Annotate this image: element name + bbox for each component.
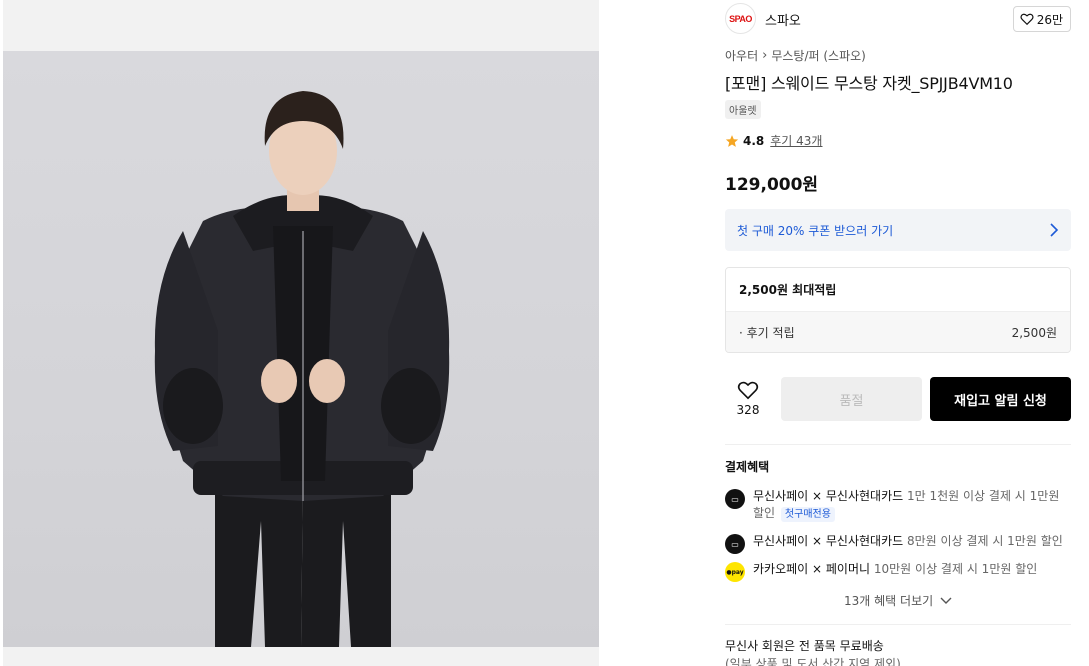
chevron-right-icon [1050,223,1059,237]
kakao-pay-icon: ●pay [725,562,745,582]
chevron-right-icon: › [762,48,768,63]
benefit-main: 무신사페이 × 무신사현대카드 [753,534,904,548]
benefit-main: 무신사페이 × 무신사현대카드 [753,489,904,503]
points-box: 2,500원 최대적립 · 후기 적립 2,500원 [725,267,1071,353]
wishlist-count: 328 [736,403,760,417]
points-review-label: · 후기 적립 [739,326,795,340]
divider [725,624,1071,625]
product-gallery-pane [0,0,710,666]
review-count-link[interactable]: 후기 43개 [770,132,822,149]
benefit-item[interactable]: ▭ 무신사페이 × 무신사현대카드 1만 1천원 이상 결제 시 1만원 할인 … [725,488,1071,524]
free-shipping-note: (일부 상품 및 도서 산간 지역 제외) [725,657,901,666]
wishlist-button[interactable]: 328 [725,377,771,421]
restock-alert-button[interactable]: 재입고 알림 신청 [930,377,1071,421]
heart-icon [1020,13,1034,26]
star-icon [725,134,739,147]
product-title: [포맨] 스웨이드 무스탕 자켓_SPJJB4VM10 [725,74,1013,93]
heart-icon [737,381,759,400]
musinsa-pay-icon: ▭ [725,489,745,509]
product-photo[interactable] [3,51,599,647]
payment-benefits-title: 결제혜택 [725,460,770,474]
brand-logo[interactable]: SPAO [725,3,756,34]
outlet-tag: 아울렛 [725,100,761,119]
breadcrumb-category[interactable]: 아우터 [725,47,758,64]
breadcrumb: 아우터 › 무스탕/퍼 (스파오) [725,47,866,64]
brand-name[interactable]: 스파오 [765,10,801,29]
price: 129,000원 [725,175,819,195]
divider [725,444,1071,445]
benefit-detail: 10만원 이상 결제 시 1만원 할인 [873,562,1038,576]
brand-like-button[interactable]: 26만 [1012,6,1071,32]
benefit-detail: 8만원 이상 결제 시 1만원 할인 [907,534,1063,548]
breadcrumb-subcategory[interactable]: 무스탕/퍼 (스파오) [771,47,866,64]
first-purchase-coupon-banner[interactable]: 첫 구매 20% 쿠폰 받으러 가기 [725,209,1071,251]
musinsa-pay-icon: ▭ [725,534,745,554]
points-review-value: 2,500원 [1011,326,1057,340]
benefit-main: 카카오페이 × 페이머니 [753,562,871,576]
chevron-down-icon [940,597,952,604]
soldout-button[interactable]: 품절 [781,377,922,421]
free-shipping-label: 무신사 회원은 전 품목 무료배송 [725,639,884,653]
first-purchase-badge: 첫구매전용 [780,507,835,522]
more-benefits-button[interactable]: 13개 혜택 더보기 [725,592,1071,609]
benefit-item[interactable]: ▭ 무신사페이 × 무신사현대카드 8만원 이상 결제 시 1만원 할인 [725,533,1071,554]
rating-score: 4.8 [743,133,765,148]
points-review-row: · 후기 적립 2,500원 [726,311,1070,352]
rating-row: 4.8 후기 43개 [725,132,822,149]
coupon-label: 첫 구매 20% 쿠폰 받으러 가기 [737,223,894,238]
brand-row: SPAO 스파오 26만 [725,3,1071,35]
purchase-actions: 328 품절 재입고 알림 신청 [725,377,1071,421]
brand-like-count: 26만 [1036,12,1063,27]
points-max: 2,500원 최대적립 [726,268,1070,311]
benefit-item[interactable]: ●pay 카카오페이 × 페이머니 10만원 이상 결제 시 1만원 할인 [725,561,1071,582]
more-benefits-label: 13개 혜택 더보기 [844,594,934,608]
